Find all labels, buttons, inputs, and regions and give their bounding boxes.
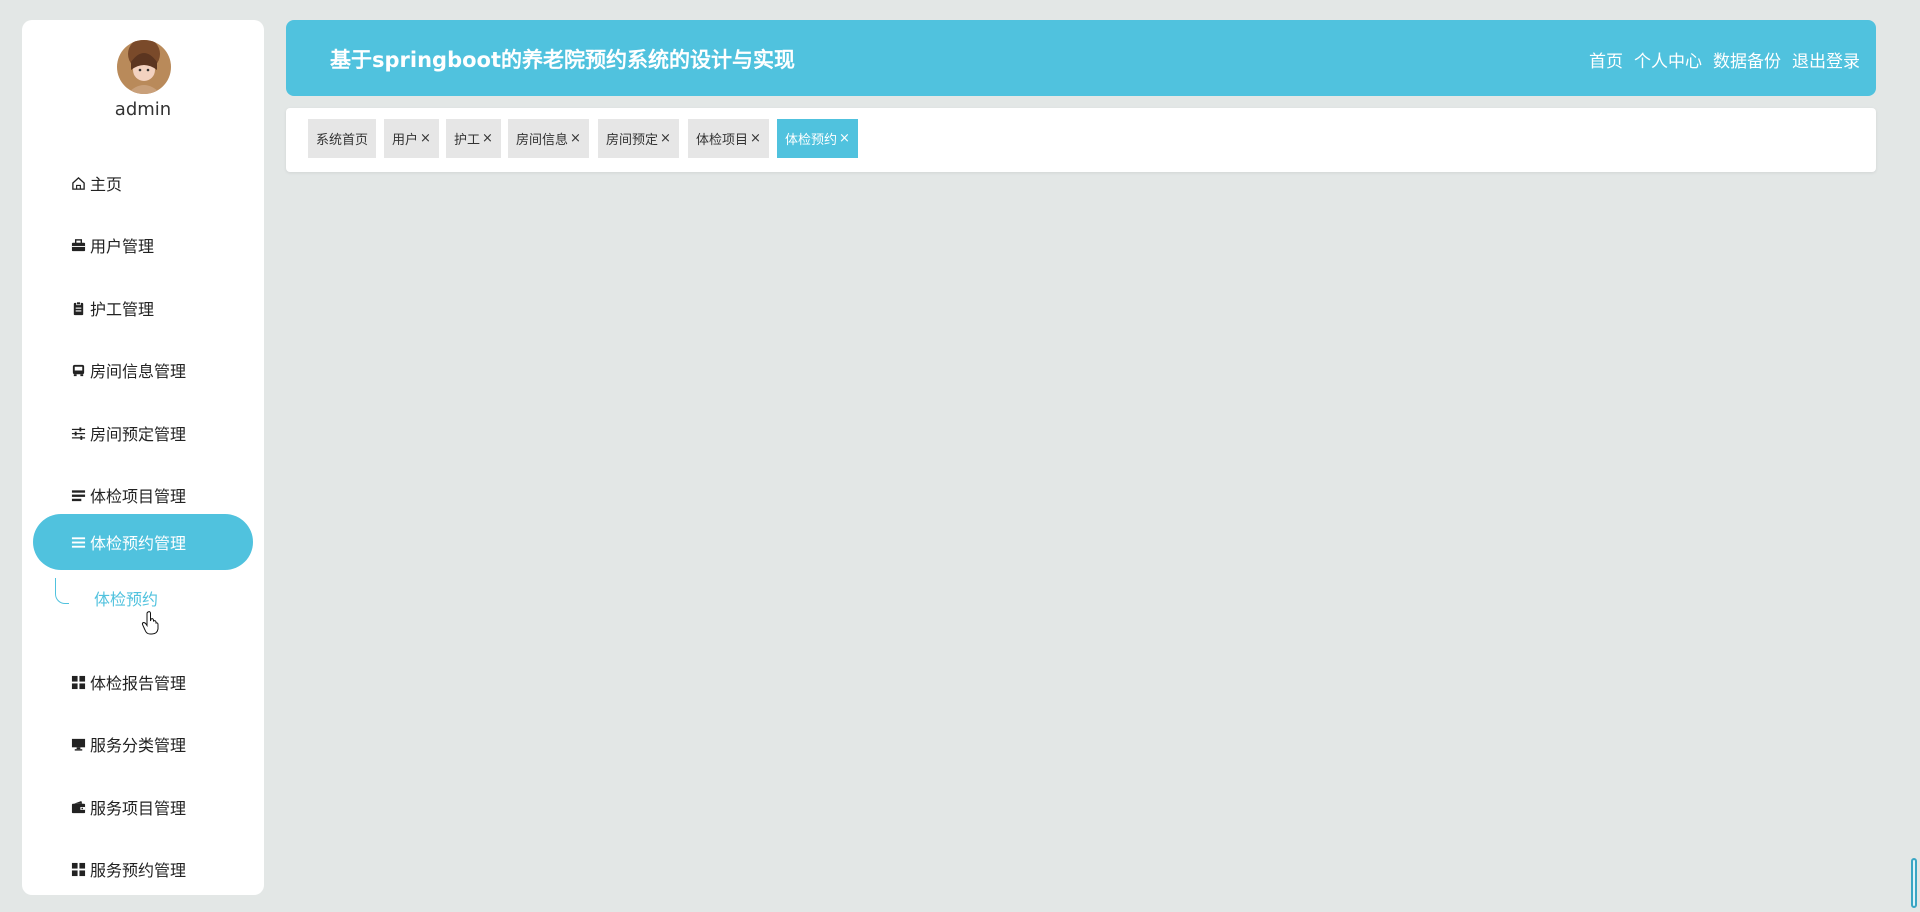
avatar-image xyxy=(117,40,171,94)
sidebar-item-label: 护工管理 xyxy=(90,300,155,319)
page-scrollbar[interactable] xyxy=(1911,858,1917,908)
sidebar-item-label: 服务预约管理 xyxy=(90,861,187,880)
home-icon xyxy=(70,175,86,191)
monitor-icon xyxy=(70,736,86,752)
sidebar-item-service-categories[interactable]: 服务分类管理 xyxy=(70,729,186,759)
header-nav: 首页 个人中心 数据备份 退出登录 xyxy=(1589,47,1860,72)
list-icon xyxy=(70,534,86,550)
briefcase-icon xyxy=(70,237,86,253)
sidebar-item-label: 房间信息管理 xyxy=(90,362,187,381)
tab-label: 用户 xyxy=(392,133,419,148)
username: admin xyxy=(114,99,172,120)
tab-label: 体检预约 xyxy=(785,133,838,148)
tab-label: 房间信息 xyxy=(516,133,569,148)
sidebar-item-label: 服务项目管理 xyxy=(90,799,187,818)
sidebar-item-room-booking[interactable]: 房间预定管理 xyxy=(70,418,186,448)
sidebar-item-checkup-items[interactable]: 体检项目管理 xyxy=(70,480,186,510)
top-header: 基于springboot的养老院预约系统的设计与实现 首页 个人中心 数据备份 … xyxy=(286,20,1876,96)
sidebar-item-label: 房间预定管理 xyxy=(90,425,187,444)
sidebar-item-checkup-reports[interactable]: 体检报告管理 xyxy=(70,667,186,697)
sidebar-item-service-booking[interactable]: 服务预约管理 xyxy=(70,854,186,884)
hand-cursor-icon xyxy=(141,611,159,635)
sidebar-item-caregivers[interactable]: 护工管理 xyxy=(70,293,154,323)
tab-label: 系统首页 xyxy=(316,133,369,148)
nav-profile-link[interactable]: 个人中心 xyxy=(1634,47,1702,72)
sidebar-item-checkup-booking[interactable]: 体检预约管理 xyxy=(70,527,186,557)
tab-close-icon[interactable]: × xyxy=(839,131,850,146)
wallet-icon xyxy=(70,799,86,815)
tabs-bar: 系统首页 用户 × 护工 × 房间信息 × 房间预定 × 体检项目 × 体检预约… xyxy=(286,108,1876,172)
tab-room-booking[interactable]: 房间预定 × xyxy=(598,119,679,158)
submenu-connector xyxy=(55,578,69,604)
sidebar-item-room-info[interactable]: 房间信息管理 xyxy=(70,355,186,385)
grid-icon xyxy=(70,861,86,877)
submenu-item-checkup-booking[interactable]: 体检预约 xyxy=(94,586,158,610)
tab-close-icon[interactable]: × xyxy=(660,131,671,146)
tab-close-icon[interactable]: × xyxy=(420,131,431,146)
sidebar-item-service-items[interactable]: 服务项目管理 xyxy=(70,792,186,822)
nav-home-link[interactable]: 首页 xyxy=(1589,47,1623,72)
sidebar-item-users[interactable]: 用户管理 xyxy=(70,230,154,260)
avatar[interactable] xyxy=(117,40,171,94)
clipboard-icon xyxy=(70,300,86,316)
app-title: 基于springboot的养老院预约系统的设计与实现 xyxy=(330,48,795,72)
sidebar-item-label: 体检项目管理 xyxy=(90,487,187,506)
sidebar-item-home[interactable]: 主页 xyxy=(70,168,122,198)
tab-room-info[interactable]: 房间信息 × xyxy=(508,119,589,158)
list-icon xyxy=(70,487,86,503)
tab-close-icon[interactable]: × xyxy=(570,131,581,146)
sidebar-item-label: 用户管理 xyxy=(90,237,155,256)
tab-caregivers[interactable]: 护工 × xyxy=(446,119,501,158)
tab-users[interactable]: 用户 × xyxy=(384,119,439,158)
sidebar-item-label: 服务分类管理 xyxy=(90,736,187,755)
sidebar-item-label: 主页 xyxy=(90,175,123,194)
sliders-icon xyxy=(70,425,86,441)
sidebar-item-label: 体检预约管理 xyxy=(90,534,187,553)
tab-close-icon[interactable]: × xyxy=(750,131,761,146)
tab-checkup-items[interactable]: 体检项目 × xyxy=(688,119,769,158)
grid-icon xyxy=(70,674,86,690)
sidebar-item-label: 体检报告管理 xyxy=(90,674,187,693)
tab-close-icon[interactable]: × xyxy=(482,131,493,146)
tab-label: 体检项目 xyxy=(696,133,749,148)
bus-icon xyxy=(70,362,86,378)
nav-logout-link[interactable]: 退出登录 xyxy=(1792,47,1860,72)
nav-backup-link[interactable]: 数据备份 xyxy=(1713,47,1781,72)
sidebar: admin 主页 用户管理 护工管理 房间信息管理 房间预定管理 体检项目管理 … xyxy=(22,20,264,895)
tab-system-home[interactable]: 系统首页 xyxy=(308,119,377,158)
tab-label: 护工 xyxy=(454,133,481,148)
tab-label: 房间预定 xyxy=(606,133,659,148)
tab-checkup-booking[interactable]: 体检预约 × xyxy=(777,119,858,158)
